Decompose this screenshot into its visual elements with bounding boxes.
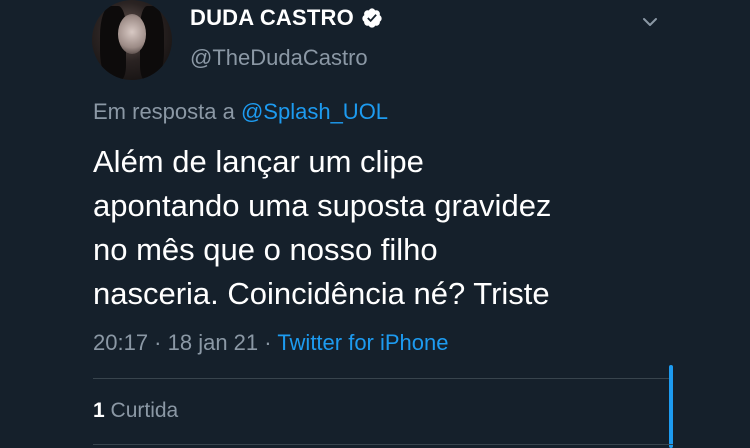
author-handle[interactable]: @TheDudaCastro [190,45,368,71]
divider [93,444,673,445]
likes-label: Curtida [110,399,179,422]
chevron-down-icon[interactable] [640,12,660,32]
meta-separator: · [258,330,278,355]
reply-mention-link[interactable]: @Splash_UOL [241,99,388,124]
tweet-date[interactable]: 18 jan 21 [168,330,259,355]
tweet-source-link[interactable]: Twitter for iPhone [277,330,448,355]
reply-prefix: Em resposta a [93,99,235,124]
reply-context: Em resposta a @Splash_UOL [93,99,388,125]
avatar-face [118,14,146,54]
author-display-name[interactable]: DUDA CASTRO [190,5,354,31]
verified-badge-icon [362,8,382,28]
meta-separator: · [148,330,168,355]
tweet-text: Além de lançar um clipe apontando uma su… [93,144,552,311]
tweet-meta: 20:17 · 18 jan 21 · Twitter for iPhone [93,330,449,356]
avatar[interactable] [92,0,172,80]
divider [93,378,673,379]
likes-stat[interactable]: 1 Curtida [93,399,178,423]
scrollbar[interactable] [669,365,673,448]
likes-count: 1 [93,399,105,422]
author-name[interactable]: DUDA CASTRO [190,5,383,31]
tweet-time[interactable]: 20:17 [93,330,148,355]
